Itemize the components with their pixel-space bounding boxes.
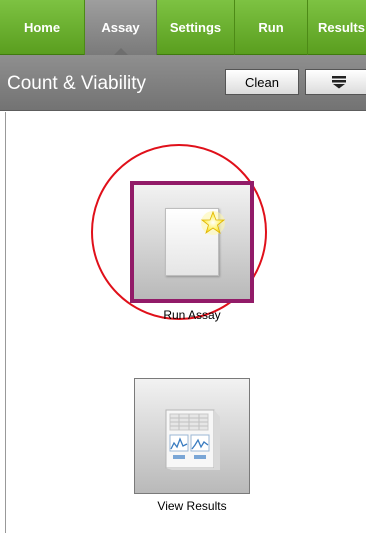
- star-icon: [200, 210, 226, 235]
- tab-settings-label: Settings: [169, 20, 222, 35]
- tab-home[interactable]: Home: [0, 0, 85, 55]
- clean-button-label: Clean: [245, 74, 279, 90]
- content-left-divider: [5, 112, 6, 533]
- tab-run[interactable]: Run: [235, 0, 308, 55]
- tab-settings[interactable]: Settings: [157, 0, 235, 55]
- report-chart-icon: [165, 409, 220, 470]
- clean-button[interactable]: Clean: [225, 69, 299, 95]
- tab-home-label: Home: [23, 20, 61, 35]
- page-title: Count & Viability: [7, 73, 147, 94]
- view-results-button[interactable]: [134, 378, 250, 494]
- menu-dropdown-button[interactable]: [305, 69, 366, 95]
- tab-assay[interactable]: Assay: [85, 0, 157, 56]
- title-bar: Count & Viability Clean: [0, 55, 366, 111]
- run-assay-label: Run Assay: [163, 308, 221, 322]
- tab-assay-label: Assay: [101, 20, 140, 35]
- tab-results[interactable]: Results: [308, 0, 366, 55]
- tab-run-label: Run: [258, 20, 284, 35]
- run-assay-button[interactable]: [130, 181, 254, 303]
- menu-down-icon: [332, 76, 346, 89]
- top-nav: Home Assay Settings Run Results: [0, 0, 366, 56]
- tab-results-label: Results: [318, 20, 365, 35]
- view-results-label: View Results: [157, 499, 227, 513]
